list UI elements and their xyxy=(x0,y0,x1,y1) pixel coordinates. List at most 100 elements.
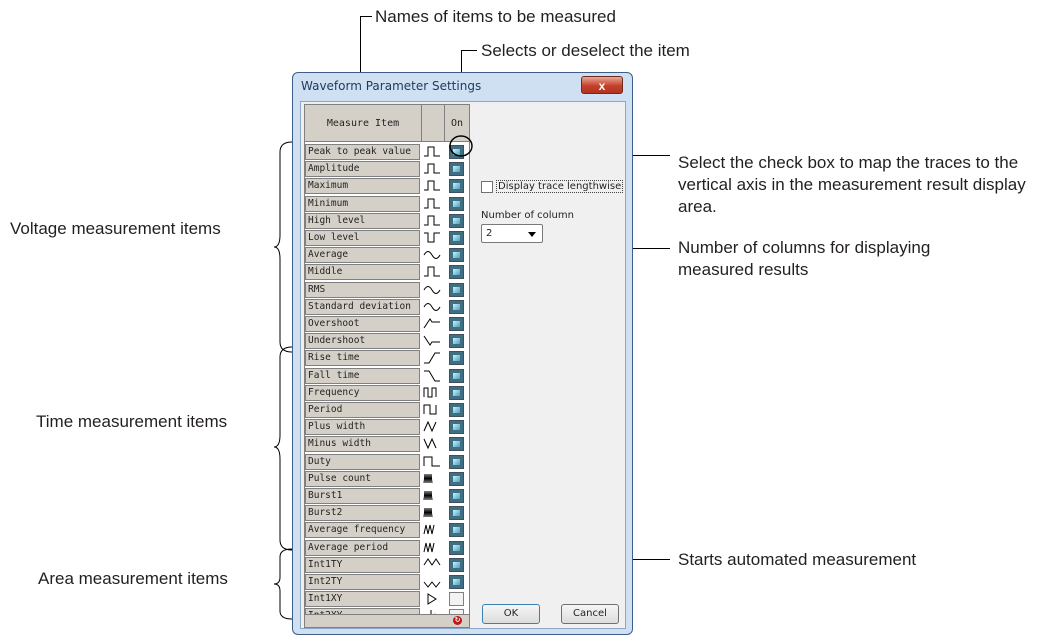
measure-item-row: Int1XY xyxy=(305,591,469,608)
callout-voltage-items: Voltage measurement items xyxy=(10,219,221,238)
waveform-icon xyxy=(424,215,440,226)
highlight-circle xyxy=(449,135,473,157)
measure-item-row: Amplitude xyxy=(305,161,469,178)
measure-item-grid: Measure Item On Peak to peak value Amplit… xyxy=(304,104,470,628)
waveform-icon xyxy=(423,335,440,347)
measure-item-row: Duty xyxy=(305,453,469,471)
measure-item-on-checkbox[interactable] xyxy=(449,592,464,607)
measure-item-on-checkbox[interactable] xyxy=(449,265,464,280)
measure-item-on-checkbox[interactable] xyxy=(449,454,464,469)
waveform-icon xyxy=(423,404,437,415)
cancel-button[interactable]: Cancel xyxy=(561,604,619,624)
callout-selects-item: Selects or deselect the item xyxy=(481,41,690,60)
measure-item-row: Burst1 xyxy=(305,488,469,505)
measure-item-on-checkbox[interactable] xyxy=(449,282,464,297)
measure-item-row: Undershoot xyxy=(305,333,469,350)
measure-item-on-checkbox[interactable] xyxy=(449,557,464,572)
measure-item-on-checkbox[interactable] xyxy=(449,162,464,177)
measure-item-label: Undershoot xyxy=(305,333,420,350)
measure-item-label: Average frequency xyxy=(305,522,420,539)
measure-item-on-checkbox[interactable] xyxy=(449,334,464,349)
measure-item-on-checkbox[interactable] xyxy=(449,368,464,383)
ok-button[interactable]: OK xyxy=(482,604,540,624)
measure-item-row: Period xyxy=(305,402,469,419)
waveform-icon xyxy=(423,285,441,294)
measure-item-row: Low level xyxy=(305,230,469,247)
measure-item-on-checkbox[interactable] xyxy=(449,437,464,452)
dialog-body: Measure Item On Peak to peak value Amplit… xyxy=(300,101,626,629)
measure-item-row: Int2TY xyxy=(305,574,469,591)
callout-names-of-items: Names of items to be measured xyxy=(375,7,616,26)
waveform-icon xyxy=(423,508,433,518)
waveform-icon xyxy=(423,387,437,398)
waveform-icon xyxy=(423,420,437,433)
grid-footer: ↻ xyxy=(305,614,469,627)
measure-item-on-checkbox[interactable] xyxy=(449,420,464,435)
measure-item-row: Peak to peak value xyxy=(305,144,469,161)
measure-item-row: Minimum xyxy=(305,195,469,213)
waveform-icon xyxy=(423,525,435,535)
measure-item-on-checkbox[interactable] xyxy=(449,299,464,314)
leader-line-names xyxy=(360,16,372,17)
waveform-icon xyxy=(423,473,433,483)
measure-item-on-checkbox[interactable] xyxy=(449,540,464,555)
measure-item-on-checkbox[interactable] xyxy=(449,231,464,245)
measure-item-on-checkbox[interactable] xyxy=(449,403,464,417)
measure-item-on-checkbox[interactable] xyxy=(449,196,464,211)
measure-item-row: Minus width xyxy=(305,436,469,453)
measure-item-label: Fall time xyxy=(305,367,420,384)
measure-item-on-checkbox[interactable] xyxy=(449,506,464,521)
measure-item-on-checkbox[interactable] xyxy=(449,317,464,331)
measure-item-label: Peak to peak value xyxy=(305,144,420,160)
measure-item-label: Period xyxy=(305,402,420,418)
reset-icon[interactable]: ↻ xyxy=(453,616,462,625)
waveform-icon xyxy=(424,232,440,243)
leader-line-selects xyxy=(461,50,477,51)
measure-item-on-checkbox[interactable] xyxy=(449,575,464,589)
waveform-icon xyxy=(424,198,440,209)
measure-item-row: Average period xyxy=(305,539,469,557)
measure-item-label: Standard deviation xyxy=(305,298,420,315)
waveform-icon xyxy=(423,251,441,260)
callout-starts-measurement: Starts automated measurement xyxy=(678,550,917,569)
measure-item-label: Average period xyxy=(305,539,420,556)
measure-item-on-checkbox[interactable] xyxy=(449,523,464,538)
measure-item-row: Average xyxy=(305,247,469,264)
measure-item-on-checkbox[interactable] xyxy=(449,489,464,503)
measure-item-on-checkbox[interactable] xyxy=(449,179,464,194)
waveform-icon xyxy=(423,456,440,467)
waveform-icon xyxy=(427,593,437,606)
number-of-column-select[interactable]: 2 xyxy=(481,224,543,243)
measure-item-label: Int1TY xyxy=(305,556,420,573)
waveform-icon xyxy=(424,370,440,382)
measure-item-row: Middle xyxy=(305,264,469,281)
waveform-icon xyxy=(423,302,441,311)
checkbox-box[interactable] xyxy=(481,180,493,193)
checkbox-label[interactable]: Display trace lengthwise xyxy=(496,180,624,193)
measure-item-label: Low level xyxy=(305,230,420,246)
measure-item-label: Plus width xyxy=(305,419,420,436)
measure-item-row: Pulse count xyxy=(305,470,469,488)
measure-item-row: Plus width xyxy=(305,419,469,436)
waveform-icon xyxy=(423,318,440,329)
waveform-icon xyxy=(423,557,441,566)
chevron-down-icon xyxy=(528,232,536,237)
measure-item-label: Maximum xyxy=(305,178,420,195)
measure-item-row: Int1TY xyxy=(305,556,469,574)
measure-item-on-checkbox[interactable] xyxy=(449,248,464,263)
measure-item-on-checkbox[interactable] xyxy=(449,351,464,366)
measure-item-row: Burst2 xyxy=(305,505,469,522)
waveform-icon xyxy=(424,146,440,157)
measure-item-row: Rise time xyxy=(305,350,469,367)
close-button[interactable]: x xyxy=(581,76,623,94)
waveform-icon xyxy=(423,581,441,588)
measure-item-row: RMS xyxy=(305,281,469,299)
waveform-icon xyxy=(424,266,440,277)
measure-item-label: Frequency xyxy=(305,384,420,401)
measure-item-label: Duty xyxy=(305,453,420,470)
measure-item-on-checkbox[interactable] xyxy=(449,385,464,400)
measure-item-on-checkbox[interactable] xyxy=(449,213,464,228)
measure-item-on-checkbox[interactable] xyxy=(449,471,464,486)
callout-number-of-columns: Number of columns for displaying measure… xyxy=(678,238,931,279)
display-trace-lengthwise-checkbox[interactable]: Display trace lengthwise xyxy=(481,180,624,193)
